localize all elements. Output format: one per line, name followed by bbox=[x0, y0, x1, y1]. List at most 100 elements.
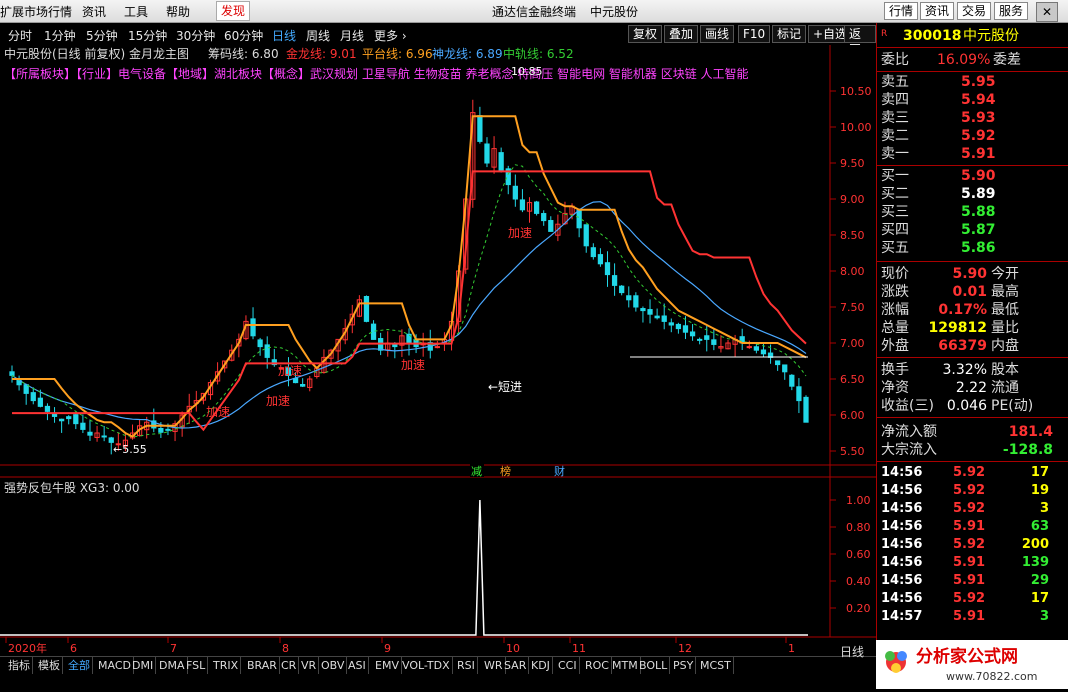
candle-body bbox=[300, 384, 306, 387]
ask-price: 5.93 bbox=[961, 110, 996, 126]
candle-body bbox=[9, 371, 15, 376]
accel-label-1: 加速 bbox=[206, 405, 230, 419]
stat-value: 0.17% bbox=[938, 302, 987, 318]
indicator-tab--[interactable]: 全部 bbox=[66, 657, 93, 674]
indicator-tab-vol-tdx[interactable]: VOL-TDX bbox=[400, 657, 453, 674]
tick-time: 14:56 bbox=[881, 501, 923, 516]
indicator-tab-roc[interactable]: ROC bbox=[583, 657, 612, 674]
menu-item-news[interactable]: 资讯 bbox=[82, 3, 106, 20]
period-1min[interactable]: 1分钟 bbox=[44, 27, 76, 44]
period-60min[interactable]: 60分钟 bbox=[224, 27, 263, 44]
indicator-tab--[interactable]: 指标 bbox=[6, 657, 33, 674]
kline-chart[interactable]: 中元股份(日线 前复权) 金月龙主图 筹码线: 6.80 金龙线: 9.01 平… bbox=[0, 45, 876, 656]
tick-time: 14:56 bbox=[881, 519, 923, 534]
panel-divider bbox=[877, 165, 1068, 166]
ask-label: 卖四 bbox=[881, 92, 909, 108]
logo-text: 分析家公式网 bbox=[916, 646, 1018, 667]
indicator-tab-fsl[interactable]: FSL bbox=[184, 657, 209, 674]
ask-price: 5.91 bbox=[961, 146, 996, 162]
period-more[interactable]: 更多 › bbox=[374, 27, 407, 44]
period-monthly[interactable]: 月线 bbox=[340, 27, 364, 44]
indicator-tab-macd[interactable]: MACD bbox=[96, 657, 134, 674]
candle-body bbox=[37, 397, 43, 407]
sub-tick-label: 0.80 bbox=[846, 521, 871, 534]
candle-body bbox=[782, 364, 788, 373]
menu-item-discover[interactable]: 发现 bbox=[216, 1, 251, 21]
period-intraday[interactable]: 分时 bbox=[8, 27, 32, 44]
pingtai-line-label: 平台线: 6.96 bbox=[362, 46, 433, 61]
menu-item-help[interactable]: 帮助 bbox=[166, 3, 190, 20]
bid-price: 5.87 bbox=[961, 222, 996, 238]
tick-volume: 139 bbox=[1021, 555, 1049, 570]
tick-volume: 3 bbox=[1039, 501, 1049, 516]
close-icon[interactable]: ✕ bbox=[1036, 2, 1058, 22]
jinlong-line-label: 金龙线: 9.01 bbox=[286, 46, 357, 61]
ask-label: 卖三 bbox=[881, 110, 909, 126]
tick-price: 5.91 bbox=[953, 555, 986, 570]
indicator-tab-dmi[interactable]: DMI bbox=[130, 657, 157, 674]
indicator-tab-obv[interactable]: OBV bbox=[319, 657, 348, 674]
indicator-tab-dma[interactable]: DMA bbox=[157, 657, 188, 674]
indicator-tab-trix[interactable]: TRIX bbox=[211, 657, 242, 674]
stat-label-right: 量比 bbox=[991, 320, 1019, 336]
indicator-tab--[interactable]: 模板 bbox=[36, 657, 63, 674]
indicator-tab-kdj[interactable]: KDJ bbox=[529, 657, 553, 674]
quote-button[interactable]: 行情 bbox=[884, 2, 919, 20]
indicator-tab-psy[interactable]: PSY bbox=[671, 657, 697, 674]
ask-label: 卖二 bbox=[881, 128, 909, 144]
indicator-tab-cci[interactable]: CCI bbox=[556, 657, 580, 674]
trade-button[interactable]: 交易 bbox=[957, 2, 992, 20]
event-marker-reduce[interactable]: 减 bbox=[471, 465, 482, 478]
period-5min[interactable]: 5分钟 bbox=[86, 27, 118, 44]
period-30min[interactable]: 30分钟 bbox=[176, 27, 215, 44]
mark-button[interactable]: 标记 bbox=[772, 25, 807, 43]
event-marker-finance[interactable]: 财 bbox=[554, 464, 565, 478]
candle-body bbox=[363, 296, 370, 322]
indicator-tab-rsi[interactable]: RSI bbox=[455, 657, 478, 674]
menu-item-market[interactable]: 扩展市场行情 bbox=[0, 3, 72, 20]
ask-price: 5.92 bbox=[961, 128, 996, 144]
candle-body bbox=[597, 254, 604, 265]
period-daily[interactable]: 日线 bbox=[272, 27, 296, 44]
logo-url: www.70822.com bbox=[946, 670, 1037, 683]
date-tick-label: 1 bbox=[788, 642, 795, 655]
indicator-tab-boll[interactable]: BOLL bbox=[637, 657, 671, 674]
draw-button[interactable]: 画线 bbox=[700, 25, 735, 43]
stock-code: 300018 bbox=[903, 28, 962, 44]
menu-item-tools[interactable]: 工具 bbox=[124, 3, 148, 20]
bid-price: 5.88 bbox=[961, 204, 996, 220]
tick-price: 5.91 bbox=[953, 573, 986, 588]
tick-time: 14:56 bbox=[881, 555, 923, 570]
fuquan-button[interactable]: 复权 bbox=[628, 25, 663, 43]
candle-body bbox=[498, 152, 504, 171]
candle-body bbox=[583, 224, 589, 247]
indicator-tab-vr[interactable]: VR bbox=[299, 657, 320, 674]
bid-label: 买四 bbox=[881, 222, 909, 238]
indicator-tab-cr[interactable]: CR bbox=[279, 657, 300, 674]
service-button[interactable]: 服务 bbox=[994, 2, 1029, 20]
accel-label-4: 加速 bbox=[401, 358, 425, 372]
indicator-tab-mcst[interactable]: MCST bbox=[698, 657, 734, 674]
stock-title: 中元股份 bbox=[590, 5, 639, 19]
indicator-tab-brar[interactable]: BRAR bbox=[245, 657, 280, 674]
overlay-button[interactable]: 叠加 bbox=[664, 25, 699, 43]
candle-body bbox=[434, 346, 440, 349]
stat-value: 66379 bbox=[938, 338, 987, 354]
period-weekly[interactable]: 周线 bbox=[306, 27, 330, 44]
price-tick-label: 9.00 bbox=[840, 193, 865, 206]
chart-title: 中元股份(日线 前复权) 金月龙主图 bbox=[4, 46, 189, 61]
f10-button[interactable]: F10 bbox=[738, 25, 771, 43]
indicator-tab-asi[interactable]: ASI bbox=[346, 657, 369, 674]
tick-volume: 17 bbox=[1030, 591, 1049, 606]
news-button[interactable]: 资讯 bbox=[920, 2, 955, 20]
indicator-tab-sar[interactable]: SAR bbox=[502, 657, 530, 674]
tick-volume: 29 bbox=[1030, 573, 1049, 588]
event-marker-list[interactable]: 榜 bbox=[500, 464, 511, 478]
tick-time: 14:56 bbox=[881, 537, 923, 552]
stat2-value: 2.22 bbox=[955, 380, 987, 396]
period-15min[interactable]: 15分钟 bbox=[128, 27, 167, 44]
candle-body bbox=[640, 308, 646, 312]
back-button[interactable]: 返回 bbox=[844, 25, 876, 57]
indicator-tab-emv[interactable]: EMV bbox=[373, 657, 402, 674]
candle-body bbox=[775, 360, 781, 366]
